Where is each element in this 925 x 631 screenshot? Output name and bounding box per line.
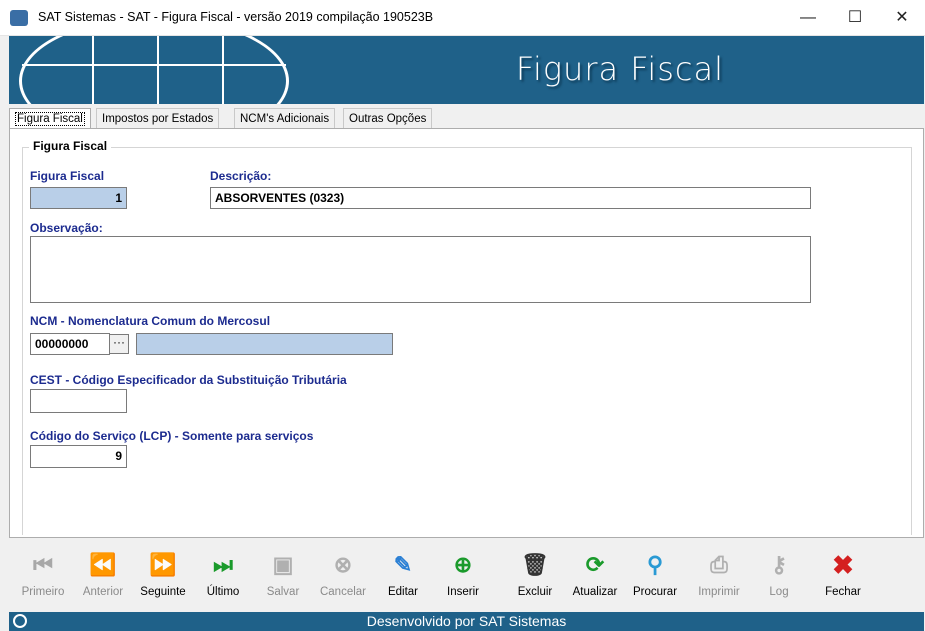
save-label: Salvar <box>266 586 300 598</box>
first-label: Primeiro <box>21 586 65 598</box>
save-icon: ▣ <box>272 552 294 577</box>
refresh-icon: ⟳ <box>585 552 605 577</box>
next-icon: ⏩ <box>149 552 177 577</box>
lcp-field[interactable]: 9 <box>30 445 127 468</box>
print-icon: ⎙ <box>710 552 728 577</box>
cancel-button[interactable]: ⊗ Cancelar <box>313 550 373 608</box>
log-icon: ⚷ <box>770 552 788 577</box>
insert-button[interactable]: ⊕ Inserir <box>433 550 493 608</box>
close-button[interactable]: ✖ Fechar <box>813 550 873 608</box>
tab-outras-opcoes[interactable]: Outras Opções <box>343 108 433 128</box>
first-button[interactable]: ⏮ Primeiro <box>13 550 73 608</box>
search-label: Procurar <box>632 586 678 598</box>
close-icon: ✖ <box>832 550 854 580</box>
observacao-field[interactable] <box>30 236 811 303</box>
search-icon: ⚲ <box>646 552 664 577</box>
window-title: SAT Sistemas - SAT - Figura Fiscal - ver… <box>38 10 434 24</box>
minimize-button[interactable]: — <box>785 0 831 36</box>
edit-icon: ✎ <box>393 552 413 577</box>
tab-ncms-adicionais[interactable]: NCM's Adicionais <box>234 108 336 128</box>
observacao-label: Observação: <box>30 221 103 235</box>
tab-impostos-por-estados[interactable]: Impostos por Estados <box>96 108 220 128</box>
delete-label: Excluir <box>517 586 553 598</box>
save-button[interactable]: ▣ Salvar <box>253 550 313 608</box>
ncm-label: NCM - Nomenclatura Comum do Mercosul <box>30 314 271 328</box>
descricao-label: Descrição: <box>210 169 272 183</box>
refresh-label: Atualizar <box>572 586 618 598</box>
previous-label: Anterior <box>82 586 124 598</box>
insert-label: Inserir <box>447 586 479 598</box>
descricao-field[interactable]: ABSORVENTES (0323) <box>210 187 811 209</box>
delete-button[interactable]: 🗑 Excluir <box>505 550 565 608</box>
search-button[interactable]: ⚲ Procurar <box>625 550 685 608</box>
cest-label: CEST - Código Especificador da Substitui… <box>30 373 347 387</box>
next-button[interactable]: ⏩ Seguinte <box>133 550 193 608</box>
globe-icon <box>13 614 27 628</box>
cancel-icon: ⊗ <box>333 552 353 577</box>
edit-label: Editar <box>387 586 419 598</box>
close-label: Fechar <box>825 586 861 598</box>
toolbar: ⏮ Primeiro ⏪ Anterior ⏩ Seguinte ⏭ Últim… <box>9 544 924 612</box>
ncm-lookup-button[interactable]: ··· <box>109 334 129 354</box>
figura-label: Figura Fiscal <box>30 169 105 183</box>
tab-label: Figura Fiscal <box>15 112 85 126</box>
previous-button[interactable]: ⏪ Anterior <box>73 550 133 608</box>
title-bar: SAT Sistemas - SAT - Figura Fiscal - ver… <box>0 0 925 36</box>
log-button[interactable]: ⚷ Log <box>749 550 809 608</box>
lcp-label: Código do Serviço (LCP) - Somente para s… <box>30 429 314 443</box>
close-window-button[interactable]: ✕ <box>879 0 925 36</box>
ncm-description-field[interactable] <box>136 333 393 355</box>
tab-figura-fiscal[interactable]: Figura Fiscal <box>9 108 91 129</box>
cest-field[interactable] <box>30 389 127 413</box>
next-label: Seguinte <box>140 586 186 598</box>
refresh-button[interactable]: ⟳ Atualizar <box>565 550 625 608</box>
footer-bar: Desenvolvido por SAT Sistemas <box>9 612 924 631</box>
header-banner: Figura Fiscal <box>9 36 924 104</box>
footer-text: Desenvolvido por SAT Sistemas <box>366 613 567 629</box>
tab-panel: Figura Fiscal Figura Fiscal 1 Descrição:… <box>9 128 924 538</box>
banner-heading: Figura Fiscal <box>515 50 724 88</box>
ncm-field[interactable]: 00000000 <box>30 333 110 355</box>
delete-icon: 🗑 <box>521 552 549 577</box>
last-icon: ⏭ <box>213 552 233 577</box>
previous-icon: ⏪ <box>89 552 117 577</box>
maximize-button[interactable]: ☐ <box>832 0 878 36</box>
edit-button[interactable]: ✎ Editar <box>373 550 433 608</box>
cancel-label: Cancelar <box>319 586 367 598</box>
insert-icon: ⊕ <box>453 552 473 577</box>
last-label: Último <box>206 586 240 598</box>
group-title: Figura Fiscal <box>29 139 112 153</box>
first-icon: ⏮ <box>33 552 53 577</box>
figura-field[interactable]: 1 <box>30 187 127 209</box>
print-button[interactable]: ⎙ Imprimir <box>689 550 749 608</box>
app-icon <box>10 10 28 26</box>
last-button[interactable]: ⏭ Último <box>193 550 253 608</box>
globe-logo <box>19 36 289 104</box>
log-label: Log <box>769 586 789 598</box>
print-label: Imprimir <box>698 586 740 598</box>
